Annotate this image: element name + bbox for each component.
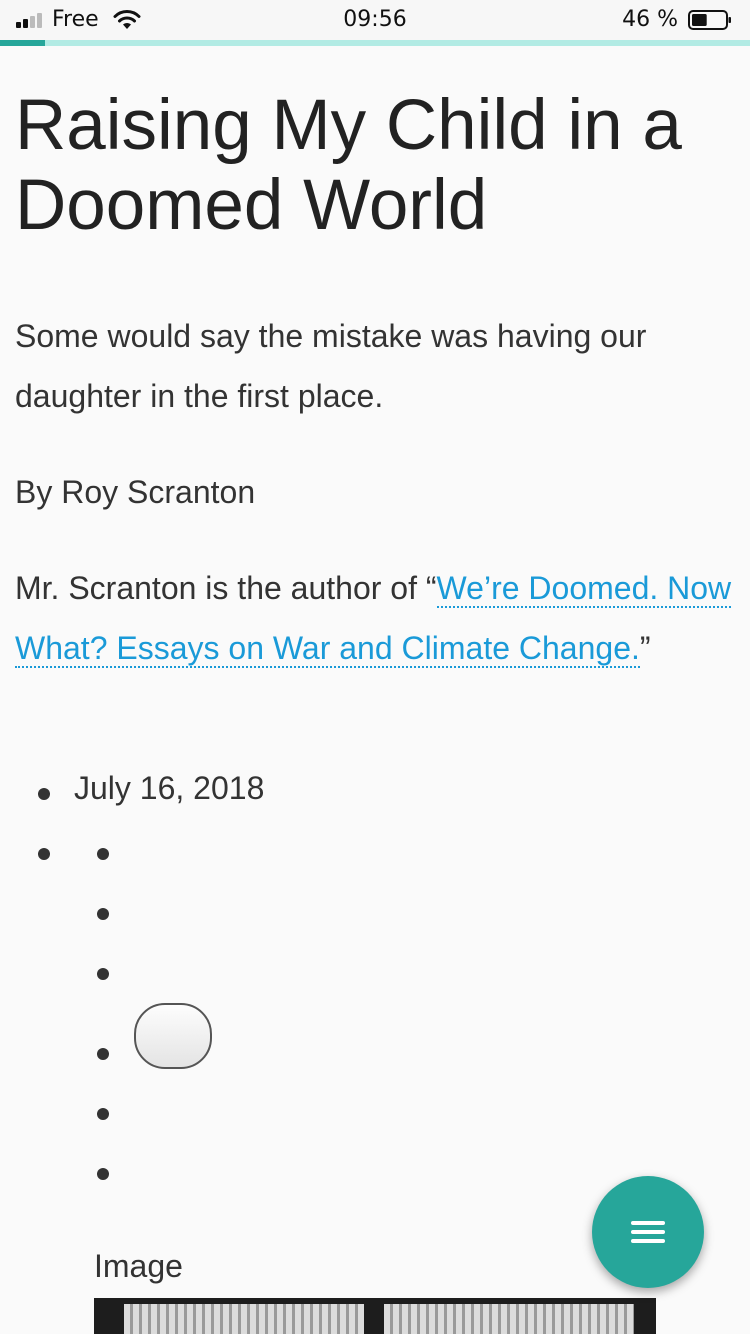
image-caption-label: Image (94, 1248, 183, 1284)
share-list-bullet (97, 1168, 109, 1180)
share-list-bullet (97, 848, 109, 860)
list-bullet (38, 788, 50, 800)
author-bio-prefix: Mr. Scranton is the author of “ (15, 570, 437, 606)
battery-icon (688, 10, 731, 30)
share-list-bullet (97, 908, 109, 920)
list-bullet (38, 848, 50, 860)
menu-fab-button[interactable] (592, 1176, 704, 1288)
share-button[interactable] (134, 1003, 212, 1069)
publish-date: July 16, 2018 (74, 770, 265, 806)
battery-percent: 46 % (622, 7, 678, 32)
article-byline: By Roy Scranton (15, 474, 256, 510)
share-list-bullet (97, 1048, 109, 1060)
status-bar: Free 09:56 46 % (0, 0, 750, 40)
article-image (94, 1298, 656, 1334)
article-headline: Raising My Child in a Doomed World (15, 86, 682, 245)
author-bio-suffix: ” (639, 630, 651, 666)
share-list-bullet (97, 1108, 109, 1120)
reading-progress-fill (0, 40, 45, 46)
article: Raising My Child in a Doomed World Some … (15, 86, 737, 678)
author-bio: Mr. Scranton is the author of “We’re Doo… (15, 558, 737, 678)
reading-progress-bar (0, 40, 750, 46)
article-summary: Some would say the mistake was having ou… (15, 318, 647, 414)
share-list-bullet (97, 968, 109, 980)
